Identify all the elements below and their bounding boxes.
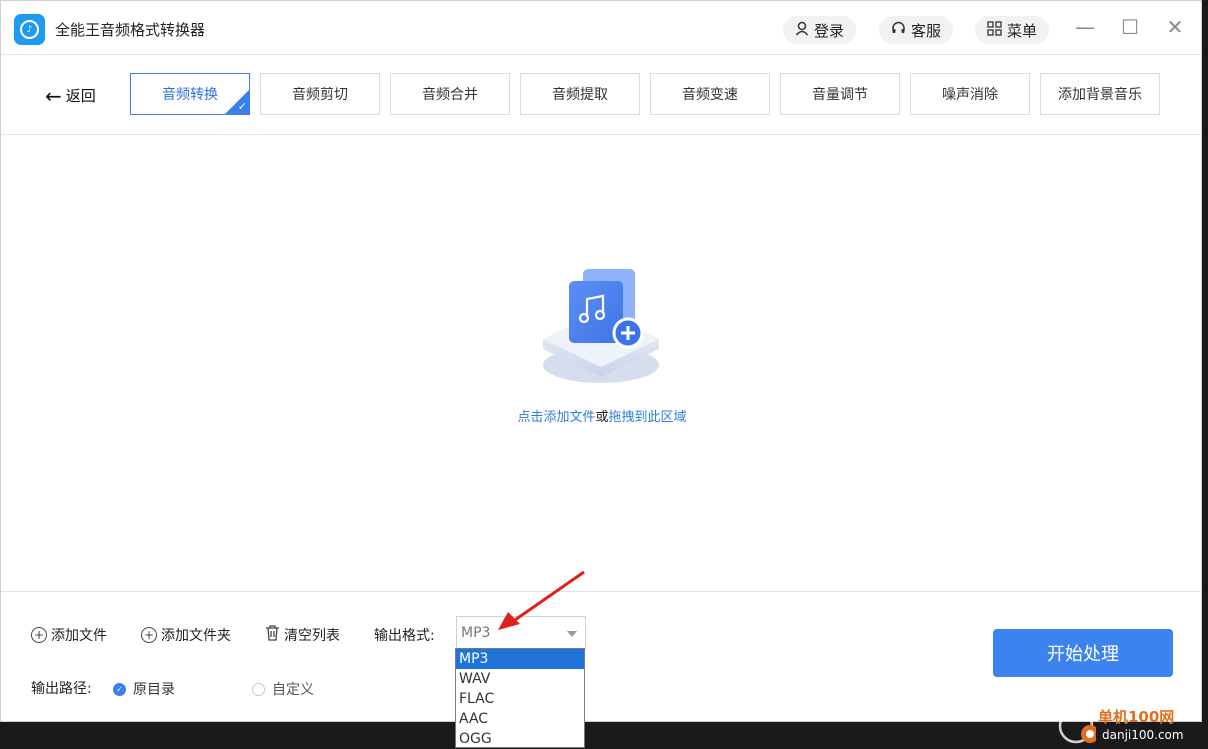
annotation-arrow-icon: [490, 566, 590, 636]
clear-list-label: 清空列表: [284, 628, 340, 644]
output-format-label: 输出格式:: [374, 628, 435, 644]
tab-label: 音量调节: [812, 87, 868, 103]
format-option[interactable]: OGG: [456, 729, 584, 749]
format-option[interactable]: WAV: [456, 669, 584, 689]
add-file-label: 添加文件: [51, 628, 107, 644]
plus-circle-icon: +: [141, 627, 157, 643]
tab-label: 音频变速: [682, 87, 738, 103]
add-file-link[interactable]: 点击添加文件: [517, 410, 595, 425]
tab-noise-removal[interactable]: 噪声消除: [910, 73, 1030, 115]
grid-icon: [987, 20, 1002, 40]
app-logo-icon: ♪: [14, 14, 45, 45]
output-path-label: 输出路径:: [31, 681, 92, 697]
tab-audio-speed[interactable]: 音频变速: [650, 73, 770, 115]
plus-circle-icon: +: [31, 627, 47, 643]
arrow-left-icon: ←: [45, 83, 62, 108]
function-nav: ← 返回 音频转换 ✓ 音频剪切 音频合并 音频提取 音频变速 音量调节 噪声消…: [1, 55, 1201, 135]
tab-label: 音频提取: [552, 87, 608, 103]
app-window: ♪ 全能王音频格式转换器 登录 客服 菜单 — ☐ ✕ ← 返回 音频转换 ✓ …: [0, 0, 1202, 722]
radio-unchecked-icon: [252, 682, 265, 696]
add-file-button[interactable]: + 添加文件: [31, 625, 107, 645]
user-icon: [795, 21, 809, 40]
tab-label: 音频合并: [422, 87, 478, 103]
watermark-url: danji100.com: [1102, 728, 1184, 742]
add-folder-button[interactable]: + 添加文件夹: [141, 625, 231, 645]
back-label: 返回: [65, 87, 96, 105]
tab-label: 音频剪切: [292, 87, 348, 103]
format-selected-value: MP3: [461, 625, 491, 641]
title-bar: ♪ 全能王音频格式转换器 登录 客服 菜单 — ☐ ✕: [1, 1, 1201, 55]
menu-button[interactable]: 菜单: [975, 16, 1050, 44]
minimize-icon[interactable]: —: [1072, 15, 1098, 39]
check-icon: ✓: [237, 100, 247, 113]
or-text: 或: [595, 410, 609, 425]
radio-checked-icon: ✓: [113, 682, 126, 696]
watermark-logo-icon: [1058, 708, 1096, 744]
bottom-bar: + 添加文件 + 添加文件夹 清空列表 输出格式: MP3 输出路径: ✓ 原目…: [1, 591, 1201, 723]
menu-label: 菜单: [1007, 21, 1038, 40]
tab-label: 添加背景音乐: [1058, 87, 1142, 103]
radio-label: 原目录: [133, 682, 175, 698]
format-option[interactable]: MP3: [456, 649, 584, 669]
close-icon[interactable]: ✕: [1162, 15, 1188, 39]
service-label: 客服: [911, 21, 942, 40]
drop-zone-hint: 点击添加文件或拖拽到此区域: [1, 406, 1203, 425]
tab-label: 噪声消除: [942, 87, 998, 103]
tab-audio-convert[interactable]: 音频转换 ✓: [130, 73, 250, 115]
radio-label: 自定义: [272, 682, 314, 698]
watermark-cn: 单机100网: [1098, 708, 1175, 726]
start-processing-button[interactable]: 开始处理: [993, 629, 1173, 677]
tab-audio-extract[interactable]: 音频提取: [520, 73, 640, 115]
format-dropdown-list: MP3 WAV FLAC AAC OGG: [455, 648, 585, 748]
clear-list-button[interactable]: 清空列表: [265, 625, 340, 645]
add-folder-label: 添加文件夹: [161, 628, 231, 644]
tab-label: 音频转换: [162, 87, 218, 103]
tab-audio-cut[interactable]: 音频剪切: [260, 73, 380, 115]
headset-icon: [891, 21, 906, 40]
add-file-illustration-icon[interactable]: [539, 267, 663, 385]
watermark: 单机100网 danji100.com: [1056, 704, 1206, 748]
tab-audio-merge[interactable]: 音频合并: [390, 73, 510, 115]
service-button[interactable]: 客服: [879, 16, 954, 44]
login-label: 登录: [814, 21, 845, 40]
app-title: 全能王音频格式转换器: [55, 21, 206, 39]
tab-add-bgm[interactable]: 添加背景音乐: [1040, 73, 1160, 115]
radio-custom-dir[interactable]: 自定义: [252, 679, 314, 699]
trash-icon: [265, 625, 280, 645]
maximize-icon[interactable]: ☐: [1117, 15, 1143, 39]
back-button[interactable]: ← 返回: [45, 85, 96, 106]
login-button[interactable]: 登录: [783, 16, 857, 44]
radio-original-dir[interactable]: ✓ 原目录: [113, 679, 175, 699]
format-option[interactable]: FLAC: [456, 689, 584, 709]
tab-volume-adjust[interactable]: 音量调节: [780, 73, 900, 115]
drag-area-text: 拖拽到此区域: [608, 410, 687, 425]
format-option[interactable]: AAC: [456, 709, 584, 729]
